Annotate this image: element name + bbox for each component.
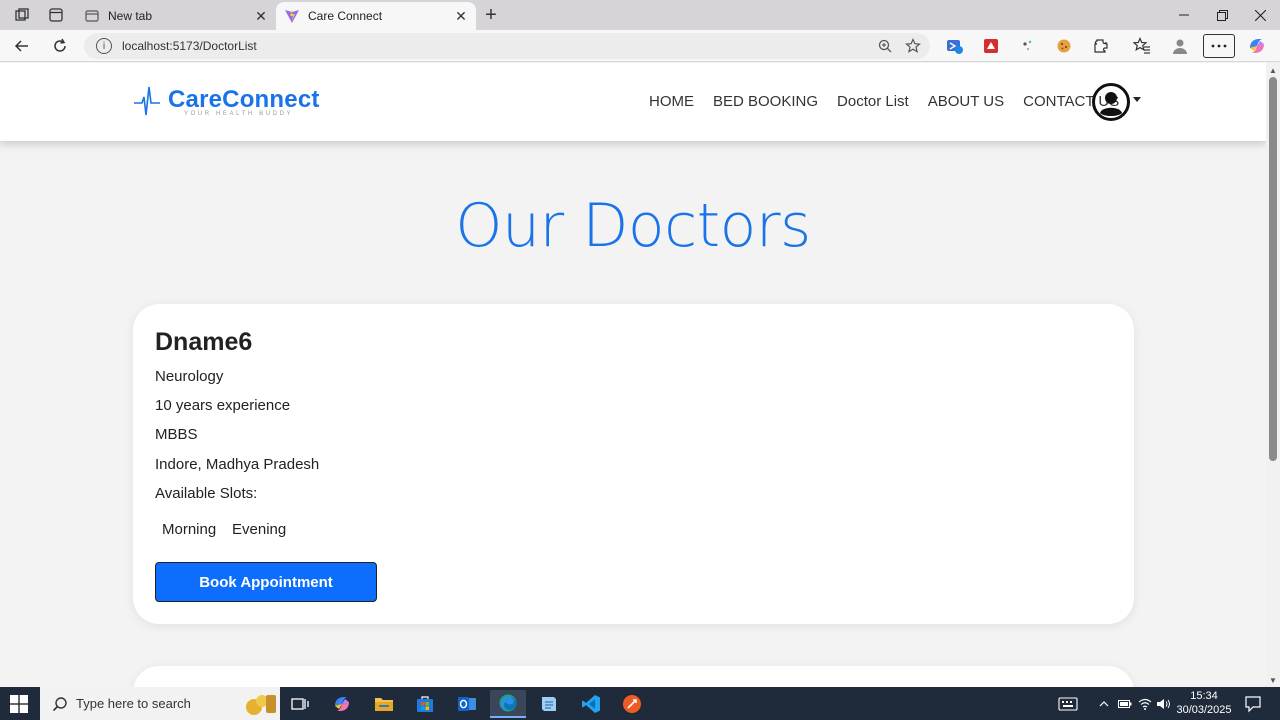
brand-name: CareConnect: [168, 86, 320, 113]
doctor-degree: MBBS: [155, 426, 198, 443]
close-window-icon[interactable]: [1241, 3, 1279, 27]
back-icon[interactable]: [10, 34, 34, 58]
doctor-card: Dname6 Neurology 10 years experience MBB…: [133, 304, 1134, 624]
browser-tab-bar: New tab ✕ Care Connect ✕ +: [0, 0, 1280, 30]
scroll-up-icon[interactable]: ▲: [1268, 65, 1278, 75]
tab-label: New tab: [108, 9, 153, 23]
notepad-icon[interactable]: [531, 690, 567, 718]
site-header: CareConnect YOUR HEALTH BUDDY HOME BED B…: [0, 63, 1266, 141]
copilot-taskbar-icon[interactable]: [324, 690, 360, 718]
scroll-down-icon[interactable]: ▼: [1268, 675, 1278, 685]
tab-new-tab[interactable]: New tab ✕: [76, 2, 276, 30]
microsoft-store-icon[interactable]: [407, 690, 443, 718]
clock-date: 30/03/2025: [1176, 704, 1232, 716]
chevron-up-icon[interactable]: [1096, 687, 1112, 720]
doctor-experience: 10 years experience: [155, 397, 291, 414]
nav-home[interactable]: HOME: [649, 93, 694, 110]
chevron-down-icon[interactable]: [1132, 96, 1142, 106]
tab-label: Care Connect: [308, 9, 383, 23]
minimize-icon[interactable]: [1165, 3, 1203, 27]
heartbeat-icon: [134, 86, 160, 116]
system-clock[interactable]: 15:34 30/03/2025: [1172, 689, 1236, 717]
doctor-specialty: Neurology: [155, 368, 224, 385]
vite-icon: [284, 8, 300, 24]
address-bar[interactable]: i localhost:5173/DoctorList: [84, 33, 930, 59]
extension-icon[interactable]: [980, 35, 1002, 57]
vscode-icon[interactable]: [573, 690, 609, 718]
book-appointment-button[interactable]: Book Appointment: [155, 562, 377, 602]
workspaces-icon[interactable]: [11, 5, 33, 25]
search-highlight-icon: [246, 694, 276, 715]
profile-icon[interactable]: [1169, 35, 1191, 57]
favorite-star-icon[interactable]: [902, 35, 924, 57]
nav-bed-booking[interactable]: BED BOOKING: [713, 93, 818, 110]
page-viewport: CareConnect YOUR HEALTH BUDDY HOME BED B…: [0, 63, 1280, 687]
url-text[interactable]: localhost:5173/DoctorList: [122, 39, 874, 53]
doctor-name: Dname6: [155, 328, 253, 356]
new-tab-page-icon: [84, 8, 100, 24]
outlook-icon[interactable]: [449, 690, 485, 718]
user-avatar-icon[interactable]: [1092, 82, 1132, 122]
file-explorer-icon[interactable]: [366, 690, 402, 718]
search-placeholder: Type here to search: [76, 696, 191, 711]
nav-about-us[interactable]: ABOUT US: [928, 93, 1004, 110]
taskbar: Type here to search 15:34 30/03/2025: [0, 687, 1280, 720]
close-tab-icon[interactable]: ✕: [252, 7, 270, 25]
close-tab-icon[interactable]: ✕: [452, 7, 470, 25]
windows-start-icon[interactable]: [10, 695, 28, 713]
volume-icon[interactable]: [1155, 687, 1173, 720]
notifications-icon[interactable]: [1244, 695, 1262, 713]
tab-care-connect[interactable]: Care Connect ✕: [276, 2, 476, 30]
doctor-location: Indore, Madhya Pradesh: [155, 456, 320, 473]
site-info-icon[interactable]: i: [96, 38, 112, 54]
page-title: Our Doctors: [455, 191, 811, 261]
refresh-icon[interactable]: [48, 34, 72, 58]
wifi-icon[interactable]: [1136, 687, 1154, 720]
copilot-icon[interactable]: [1246, 35, 1268, 57]
extension-icon[interactable]: [1016, 35, 1038, 57]
brand-tagline: YOUR HEALTH BUDDY: [184, 111, 294, 117]
new-tab-button[interactable]: +: [480, 4, 502, 26]
battery-icon[interactable]: [1116, 687, 1134, 720]
browser-toolbar: i localhost:5173/DoctorList: [0, 30, 1280, 62]
postman-icon[interactable]: [614, 690, 650, 718]
extension-icon[interactable]: [944, 35, 966, 57]
task-view-icon[interactable]: [282, 690, 318, 718]
logo[interactable]: CareConnect YOUR HEALTH BUDDY: [134, 85, 320, 119]
more-menu-icon[interactable]: [1203, 34, 1235, 58]
favorites-icon[interactable]: [1131, 35, 1153, 57]
slot-morning[interactable]: Morning: [162, 521, 216, 538]
page-scrollbar[interactable]: ▲ ▼: [1266, 63, 1280, 687]
keyboard-layout-icon[interactable]: [1056, 687, 1080, 720]
zoom-icon[interactable]: [874, 35, 896, 57]
restore-icon[interactable]: [1203, 3, 1241, 27]
tab-actions-icon[interactable]: [45, 5, 67, 25]
main-nav: HOME BED BOOKING Doctor List ABOUT US CO…: [649, 93, 1138, 110]
search-icon: [52, 696, 67, 711]
extensions-icon[interactable]: [1090, 35, 1112, 57]
slot-evening[interactable]: Evening: [232, 521, 286, 538]
nav-doctor-list[interactable]: Doctor List: [837, 93, 909, 110]
scroll-thumb[interactable]: [1269, 77, 1277, 461]
clock-time: 15:34: [1190, 690, 1218, 702]
cookie-extension-icon[interactable]: [1053, 35, 1075, 57]
slots-label: Available Slots:: [155, 485, 258, 502]
next-doctor-card: [133, 666, 1134, 687]
taskbar-search-box[interactable]: Type here to search: [40, 687, 280, 720]
edge-browser-icon[interactable]: [490, 690, 526, 718]
